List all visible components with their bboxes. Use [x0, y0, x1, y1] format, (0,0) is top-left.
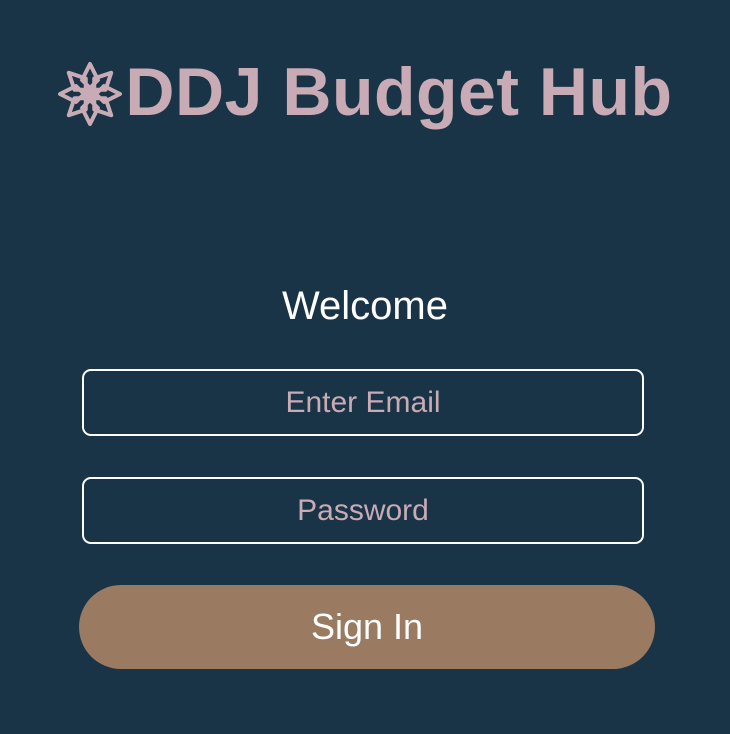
- app-title: DDJ Budget Hub: [125, 54, 673, 130]
- sign-in-button[interactable]: Sign In: [79, 585, 655, 669]
- password-field[interactable]: [82, 477, 644, 544]
- email-field[interactable]: [82, 369, 644, 436]
- app-header: DDJ Budget Hub: [0, 52, 730, 132]
- welcome-heading: Welcome: [282, 284, 448, 328]
- flower-icon: [58, 62, 123, 126]
